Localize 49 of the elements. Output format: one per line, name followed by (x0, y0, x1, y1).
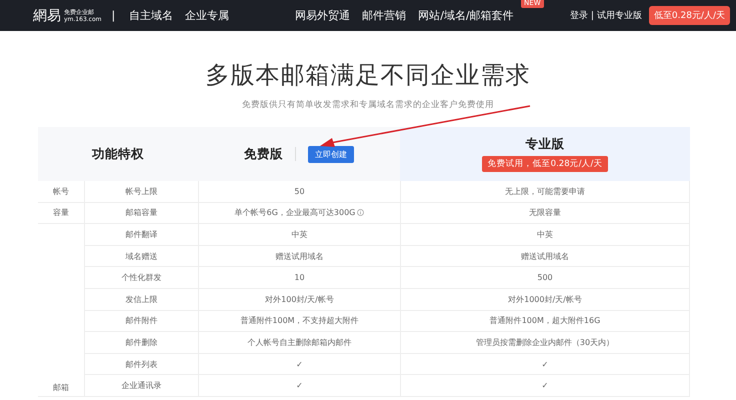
feature-cell: 个性化群发 (84, 267, 198, 289)
pro-price-badge: 免费试用，低至0.28元/人/天 (482, 156, 608, 172)
table-cell: 无上限，可能需要申请 (400, 181, 690, 203)
page-title: 多版本邮箱满足不同企业需求 (206, 60, 530, 91)
column-header: 专业版 (526, 136, 564, 153)
table-cell: 单个帐号6G，企业最高可达300G (234, 207, 356, 218)
feature-cell: 邮件翻译 (84, 224, 198, 246)
nav-link[interactable]: 企业专属 (185, 8, 230, 23)
group-label: 容量 (53, 207, 69, 218)
table-cell: ✓ (400, 375, 690, 397)
trial-link[interactable]: 试用专业版 (596, 9, 642, 22)
group-label: 邮箱 (53, 382, 69, 393)
table-cell: 赠送试用域名 (276, 250, 324, 262)
table-cell: 对外100封/天/帐号 (265, 294, 334, 305)
table-cell: ✓ (296, 360, 303, 369)
table-cell: ✓ (296, 381, 303, 390)
table-cell: 管理员按需删除企业内邮件（30天内） (400, 332, 690, 354)
feature-cell: 邮件删除 (84, 332, 198, 354)
table-cell: 500 (400, 267, 690, 289)
feature-cell: 邮件附件 (84, 310, 198, 332)
table-cell: 对外1000封/天/帐号 (400, 288, 690, 311)
table-cell: 中英 (292, 228, 308, 240)
column-header: 免费版 (244, 146, 283, 162)
feature-cell: 帐号上限 (84, 181, 198, 203)
feature-cell: 邮件列表 (84, 354, 198, 376)
page-subtitle: 免费版供只有简单收发需求和专属域名需求的企业客户免费使用 (242, 99, 494, 111)
group-label: 帐号 (53, 186, 69, 197)
column-header: 功能特权 (92, 146, 144, 162)
login-link[interactable]: 登录 (570, 9, 588, 22)
table-cell: 50 (294, 186, 305, 196)
feature-cell: 企业通讯录 (84, 375, 198, 397)
table-cell: 无限容量 (400, 202, 690, 224)
info-icon[interactable] (357, 209, 364, 216)
feature-cell: 发信上限 (84, 288, 198, 311)
table-cell: 普通附件100M，不支持超大附件 (240, 315, 359, 326)
feature-cell: 邮箱容量 (84, 202, 198, 224)
create-button[interactable]: 立即创建 (308, 146, 354, 162)
table-cell: 中英 (400, 224, 690, 246)
table-cell: 10 (294, 273, 305, 282)
nav-link[interactable]: 邮件营销 (362, 8, 406, 23)
table-cell: 个人帐号自主删除邮箱内邮件 (248, 336, 352, 348)
nav-separator: | (111, 9, 116, 22)
feature-cell: 域名赠送 (84, 246, 198, 268)
nav-divider: | (590, 10, 594, 20)
table-cell: 赠送试用域名 (400, 246, 690, 268)
nav-link[interactable]: 自主域名 (129, 8, 174, 23)
table-cell: ✓ (400, 354, 690, 376)
nav-link[interactable]: 网易外贸通 (295, 8, 350, 23)
table-cell: 普通附件100M，超大附件16G (400, 310, 690, 332)
